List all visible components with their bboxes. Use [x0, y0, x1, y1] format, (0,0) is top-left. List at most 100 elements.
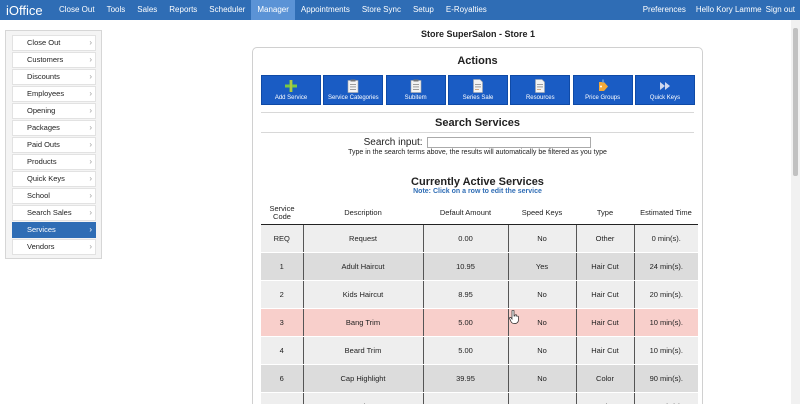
cell-estimated-time: 0 min(s). — [633, 224, 698, 253]
nav-tools[interactable]: Tools — [101, 0, 132, 20]
cell-type: Hair Cut — [575, 308, 634, 337]
sidebar-item-services[interactable]: Services › — [12, 222, 96, 238]
actions-title: Actions — [457, 55, 498, 67]
cell-description: Adult Haircut — [302, 252, 423, 281]
sidebar-item-label: Search Sales — [27, 208, 72, 217]
chevron-right-icon: › — [89, 208, 92, 217]
sidebar-item-label: Vendors — [27, 242, 55, 251]
sidebar-item-label: Customers — [27, 55, 64, 64]
cell-default-amount: 5.00 — [422, 336, 508, 365]
sidebar-item-packages[interactable]: Packages › — [12, 120, 96, 136]
table-row[interactable]: 1 Adult Haircut 10.95 Yes Hair Cut 24 min(s). — [261, 252, 698, 281]
table-row[interactable]: 2 Kids Haircut 8.95 No Hair Cut 20 min(s). — [261, 280, 698, 309]
sidebar-item-label: Employees — [27, 89, 65, 98]
sidebar-item-discounts[interactable]: Discounts › — [12, 69, 96, 85]
price-groups-button[interactable]: Price Groups — [572, 75, 633, 105]
header-estimated-time[interactable]: Estimated Time — [634, 202, 698, 225]
action-label: Service Categories — [327, 95, 379, 101]
cell-description: Cap Highlight — [302, 364, 423, 393]
nav-manager[interactable]: Manager — [251, 0, 295, 20]
nav-store-sync[interactable]: Store Sync — [356, 0, 407, 20]
table-row[interactable]: 3 Bang Trim 5.00 No Hair Cut 10 min(s). — [261, 308, 698, 337]
table-row[interactable]: 7Color39.95NoColor90 min(s). — [261, 392, 698, 404]
chevron-right-icon: › — [89, 38, 92, 47]
nav-sales[interactable]: Sales — [131, 0, 163, 20]
nav-setup[interactable]: Setup — [407, 0, 440, 20]
table-row[interactable]: 6 Cap Highlight 39.95 No Color 90 min(s). — [261, 364, 698, 393]
nav-e-royalties[interactable]: E-Royalties — [440, 0, 493, 20]
cell-service-code: REQ — [261, 224, 303, 253]
cell-service-code: 2 — [261, 280, 303, 309]
page-scrollbar-thumb[interactable] — [793, 28, 798, 176]
cell-type: Color — [575, 364, 634, 393]
search-input[interactable] — [427, 137, 592, 148]
table-row[interactable]: REQ Request 0.00 No Other 0 min(s). — [261, 224, 698, 253]
cell-description: Kids Haircut — [302, 280, 423, 309]
sidebar-item-label: Opening — [27, 106, 56, 115]
resources-button[interactable]: Resources — [510, 75, 571, 105]
cell-default-amount: 39.95 — [422, 364, 508, 393]
sidebar-item-employees[interactable]: Employees › — [12, 86, 96, 102]
quick-keys-button[interactable]: Quick Keys — [634, 75, 695, 105]
search-hint: Type in the search terms above, the resu… — [348, 149, 607, 156]
add-service-button[interactable]: Add Service — [261, 75, 321, 105]
sidebar-item-products[interactable]: Products › — [12, 154, 96, 170]
chevron-right-icon: › — [89, 191, 92, 200]
table-row[interactable]: 4 Beard Trim 5.00 No Hair Cut 10 min(s). — [261, 336, 698, 365]
sidebar-item-vendors[interactable]: Vendors › — [12, 239, 96, 255]
cell-speed-keys: No — [507, 336, 576, 365]
action-label: Subitem — [404, 95, 427, 101]
store-title: Store SuperSalon - Store 1 — [420, 29, 536, 39]
nav-preferences[interactable]: Preferences — [638, 0, 691, 20]
cell-service-code: 1 — [261, 252, 303, 281]
nav-reports[interactable]: Reports — [163, 0, 203, 20]
sidebar-item-label: Services — [27, 225, 56, 234]
header-type[interactable]: Type — [576, 202, 634, 225]
services-table: Service Code Description Default Amount … — [261, 202, 698, 404]
subitem-button[interactable]: Subitem — [385, 75, 446, 105]
service-categories-button[interactable]: Service Categories — [323, 75, 384, 105]
fast-forward-icon — [659, 79, 671, 93]
nav-close-out[interactable]: Close Out — [53, 0, 101, 20]
cell-type: Hair Cut — [575, 280, 634, 309]
cell-default-amount: 10.95 — [422, 252, 508, 281]
cell-service-code: 6 — [261, 364, 303, 393]
series-sale-button[interactable]: Series Sale — [447, 75, 508, 105]
cell-service-code: 3 — [261, 308, 303, 337]
header-speed-keys[interactable]: Speed Keys — [508, 202, 576, 225]
sidebar-item-close-out[interactable]: Close Out › — [12, 35, 96, 51]
cell-speed-keys: No — [507, 364, 576, 393]
cell-speed-keys: No — [507, 224, 576, 253]
sidebar-item-quick-keys[interactable]: Quick Keys › — [12, 171, 96, 187]
action-label: Series Sale — [462, 95, 494, 101]
cell-estimated-time: 90 min(s). — [633, 392, 698, 404]
nav-scheduler[interactable]: Scheduler — [203, 0, 251, 20]
cell-description: Bang Trim — [302, 308, 423, 337]
sidebar-item-label: Quick Keys — [27, 174, 65, 183]
search-title: Search Services — [434, 117, 520, 129]
cell-estimated-time: 90 min(s). — [633, 364, 698, 393]
cell-default-amount: 8.95 — [422, 280, 508, 309]
sidebar-item-school[interactable]: School › — [12, 188, 96, 204]
cell-default-amount: 39.95 — [422, 392, 508, 404]
cell-type: Hair Cut — [575, 336, 634, 365]
chevron-right-icon: › — [89, 89, 92, 98]
sidebar-item-paid-outs[interactable]: Paid Outs › — [12, 137, 96, 153]
sidebar-item-search-sales[interactable]: Search Sales › — [12, 205, 96, 221]
hand-cursor-icon — [509, 310, 519, 324]
clipboard-icon — [347, 79, 359, 93]
cell-speed-keys: No — [507, 392, 576, 404]
chevron-right-icon: › — [89, 106, 92, 115]
active-services-title: Currently Active Services — [411, 176, 544, 188]
header-service-code[interactable]: Service Code — [261, 202, 303, 225]
sign-out-link[interactable]: Sign out — [764, 0, 800, 20]
nav-appointments[interactable]: Appointments — [295, 0, 356, 20]
header-description[interactable]: Description — [303, 202, 423, 225]
app-logo[interactable]: iOffice — [0, 0, 53, 20]
tag-icon — [597, 79, 609, 93]
clipboard-icon — [410, 79, 422, 93]
sidebar-item-customers[interactable]: Customers › — [12, 52, 96, 68]
header-default-amount[interactable]: Default Amount — [423, 202, 508, 225]
sidebar-item-opening[interactable]: Opening › — [12, 103, 96, 119]
